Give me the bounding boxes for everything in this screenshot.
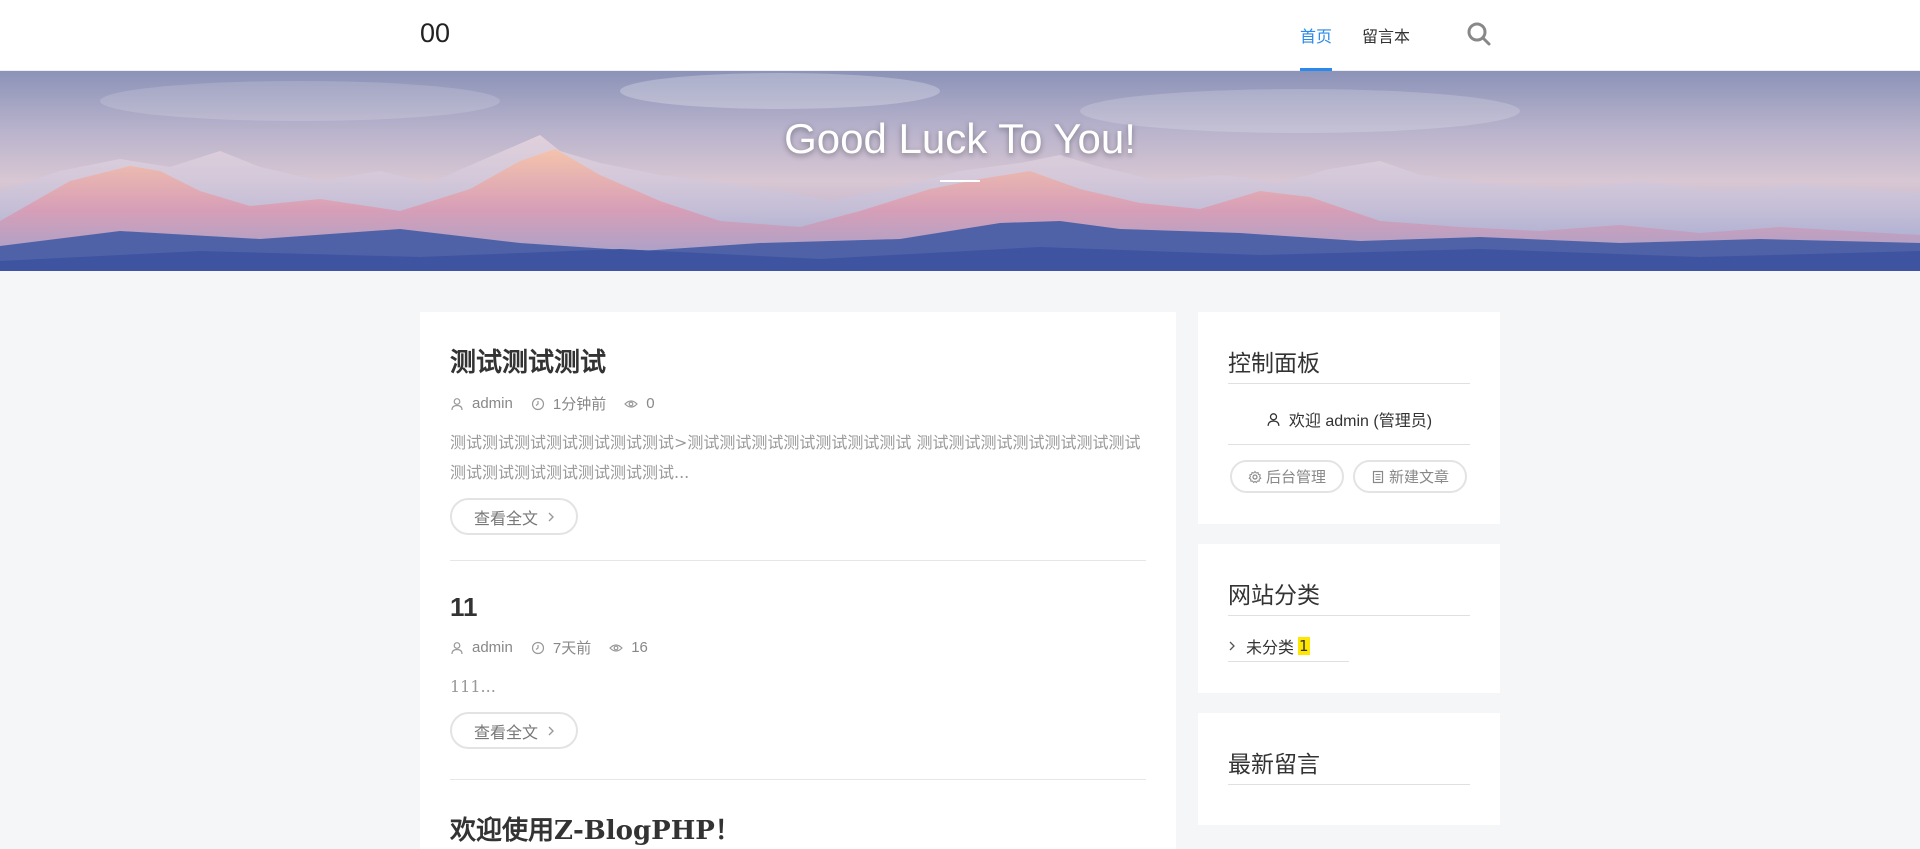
post-excerpt-line: 测试测试测试测试测试测试测试... (450, 463, 690, 482)
widget-divider (1228, 383, 1470, 384)
post-excerpt-line: 111... (450, 677, 496, 696)
user-icon (451, 641, 463, 654)
post-title[interactable]: 欢迎使用Z-BlogPHP！ (450, 810, 1146, 847)
welcome-text: 欢迎 admin (管理员) (1288, 413, 1433, 430)
nav-item-home[interactable]: 首页 (1300, 23, 1333, 71)
post-list: 测试测试测试 admin 1分钟前 0 测试测试测试测试测试测试测试>测试测试测… (420, 312, 1176, 849)
post-author[interactable]: admin (472, 395, 513, 412)
post-divider (450, 779, 1146, 780)
nav-item-guestbook[interactable]: 留言本 (1362, 23, 1410, 71)
welcome-message: 欢迎 admin (管理员) (1228, 407, 1470, 431)
category-item[interactable]: 未分类 1 (1228, 634, 1310, 658)
read-more-label: 查看全文 (474, 508, 539, 528)
mountain-image (0, 73, 1920, 271)
post-meta: admin 1分钟前 0 (450, 393, 1146, 414)
category-divider (1228, 661, 1349, 662)
admin-panel-label: 后台管理 (1265, 468, 1326, 486)
post-excerpt-line: 测试测试测试测试测试测试测试>测试测试测试测试测试测试测试 测试测试测试测试测试… (450, 433, 1141, 452)
widget-title: 控制面板 (1228, 351, 1320, 377)
read-more-button[interactable]: 查看全文 (450, 498, 579, 535)
post-item: 11 admin 7天前 16 111... 查看全文 (450, 592, 1146, 749)
read-more-label: 查看全文 (474, 722, 539, 742)
post-item: 测试测试测试 admin 1分钟前 0 测试测试测试测试测试测试测试>测试测试测… (450, 342, 1146, 535)
new-post-button[interactable]: 新建文章 (1353, 460, 1467, 493)
post-views: 16 (631, 639, 648, 656)
post-item: 欢迎使用Z-BlogPHP！ (450, 810, 1146, 847)
site-header: 00 首页 留言本 (0, 0, 1920, 71)
chevron-right-icon (1229, 641, 1235, 651)
gear-icon (1248, 470, 1262, 483)
chevron-right-icon (548, 726, 555, 735)
post-excerpt: 测试测试测试测试测试测试测试>测试测试测试测试测试测试测试 测试测试测试测试测试… (450, 428, 1146, 488)
post-divider (450, 560, 1146, 561)
post-title[interactable]: 11 (450, 592, 1146, 623)
widget-divider (1228, 784, 1470, 785)
search-icon[interactable] (1466, 21, 1492, 47)
post-excerpt: 111... (450, 672, 1146, 702)
banner-divider (940, 180, 980, 182)
post-author[interactable]: admin (472, 639, 513, 656)
user-icon (1267, 412, 1280, 426)
widget-divider (1228, 444, 1470, 445)
category-label[interactable]: 未分类 (1246, 634, 1294, 658)
widget-divider (1228, 615, 1470, 616)
eye-icon (624, 399, 639, 408)
category-count: 1 (1298, 637, 1310, 655)
read-more-button[interactable]: 查看全文 (450, 712, 579, 749)
user-icon (451, 397, 463, 410)
clock-icon (531, 641, 544, 654)
clock-icon (531, 397, 544, 410)
widget-categories: 网站分类 未分类 1 (1198, 544, 1500, 693)
widget-control-panel: 控制面板 欢迎 admin (管理员) 后台管理 新建文章 (1198, 312, 1500, 524)
post-time: 1分钟前 (552, 396, 607, 413)
document-icon (1372, 470, 1384, 483)
widget-latest-comments: 最新留言 (1198, 713, 1500, 825)
post-title[interactable]: 测试测试测试 (450, 342, 1146, 379)
admin-panel-button[interactable]: 后台管理 (1230, 460, 1344, 493)
banner-title: Good Luck To You! (784, 115, 1136, 162)
post-views: 0 (646, 395, 655, 412)
chevron-right-icon (548, 512, 555, 521)
new-post-label: 新建文章 (1388, 468, 1449, 486)
widget-title: 最新留言 (1228, 752, 1320, 778)
post-meta: admin 7天前 16 (450, 637, 1146, 658)
site-logo[interactable]: 00 (420, 18, 450, 49)
hero-banner: Good Luck To You! (0, 71, 1920, 271)
widget-title: 网站分类 (1228, 583, 1320, 609)
post-time: 7天前 (552, 640, 592, 657)
eye-icon (609, 643, 624, 652)
